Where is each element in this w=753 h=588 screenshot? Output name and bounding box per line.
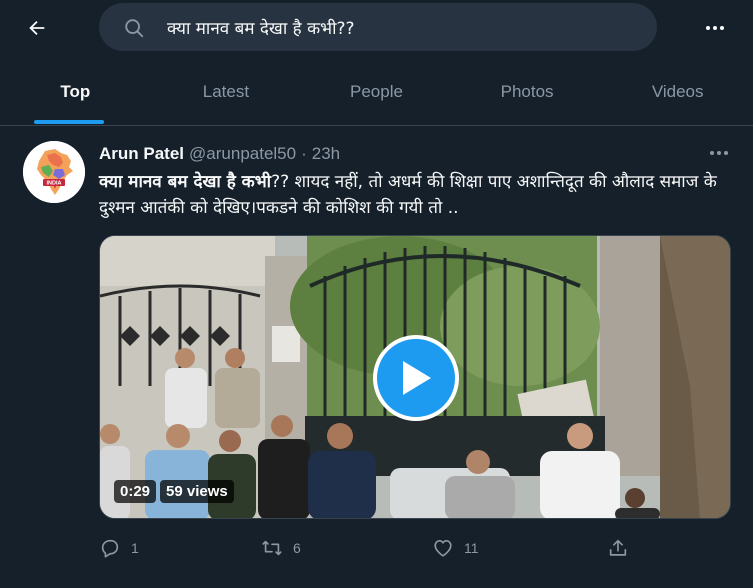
reply-icon [101,539,119,558]
tab-videos[interactable]: Videos [602,64,753,119]
video-player[interactable]: 0:29 59 views [99,235,731,519]
tab-label: Latest [202,81,250,101]
search-icon [125,19,144,38]
video-views: 59 views [160,480,234,503]
like-button[interactable]: 11 [432,533,479,563]
tab-latest[interactable]: Latest [151,64,302,119]
tweet-header: Arun Patel @arunpatel50 · 23h [99,144,340,164]
search-tabs: Top Latest People Photos Videos [0,64,753,126]
author-handle[interactable]: @arunpatel50 [189,144,296,164]
separator-dot: · [301,144,307,163]
svg-text:INDIA: INDIA [47,181,62,187]
tab-people[interactable]: People [301,64,452,119]
tab-label: Top [60,81,91,101]
back-button[interactable] [18,9,56,47]
search-input[interactable] [167,3,637,51]
retweet-button[interactable]: 6 [261,533,301,563]
tweet[interactable]: INDIA Arun Patel @arunpatel50 · 23h क्या… [0,127,753,588]
heart-icon [434,540,452,557]
india-map-logo: INDIA [23,141,85,203]
reply-button[interactable]: 1 [99,533,139,563]
more-options-button[interactable] [697,10,733,46]
search-highlight: क्या मानव बम देखा है कभी [99,172,272,192]
search-box[interactable] [99,3,657,51]
tweet-more-button[interactable] [701,143,737,163]
retweet-icon [262,540,282,556]
video-meta: 0:29 59 views [114,480,234,503]
tweet-actions: 1 6 11 [99,533,659,563]
play-button[interactable] [373,335,459,421]
tweet-timestamp[interactable]: 23h [312,144,340,164]
active-tab-indicator [34,120,104,124]
share-icon [609,539,627,556]
tweet-text: क्या मानव बम देखा है कभी?? शायद नहीं, तो… [99,169,719,221]
more-dots-icon [710,151,728,155]
author-name[interactable]: Arun Patel [99,144,184,164]
retweet-count: 6 [293,540,301,556]
tab-label: Photos [500,81,554,101]
tab-top[interactable]: Top [0,64,151,119]
search-header [0,0,753,56]
like-count: 11 [464,540,479,556]
tab-label: People [350,81,403,101]
play-icon [403,361,431,395]
more-dots-icon [706,26,724,30]
video-duration: 0:29 [114,480,157,503]
tab-label: Videos [651,81,704,101]
reply-count: 1 [131,540,139,556]
avatar[interactable]: INDIA [23,141,85,203]
tab-photos[interactable]: Photos [452,64,603,119]
share-button[interactable] [607,533,629,563]
arrow-left-icon [29,20,45,36]
